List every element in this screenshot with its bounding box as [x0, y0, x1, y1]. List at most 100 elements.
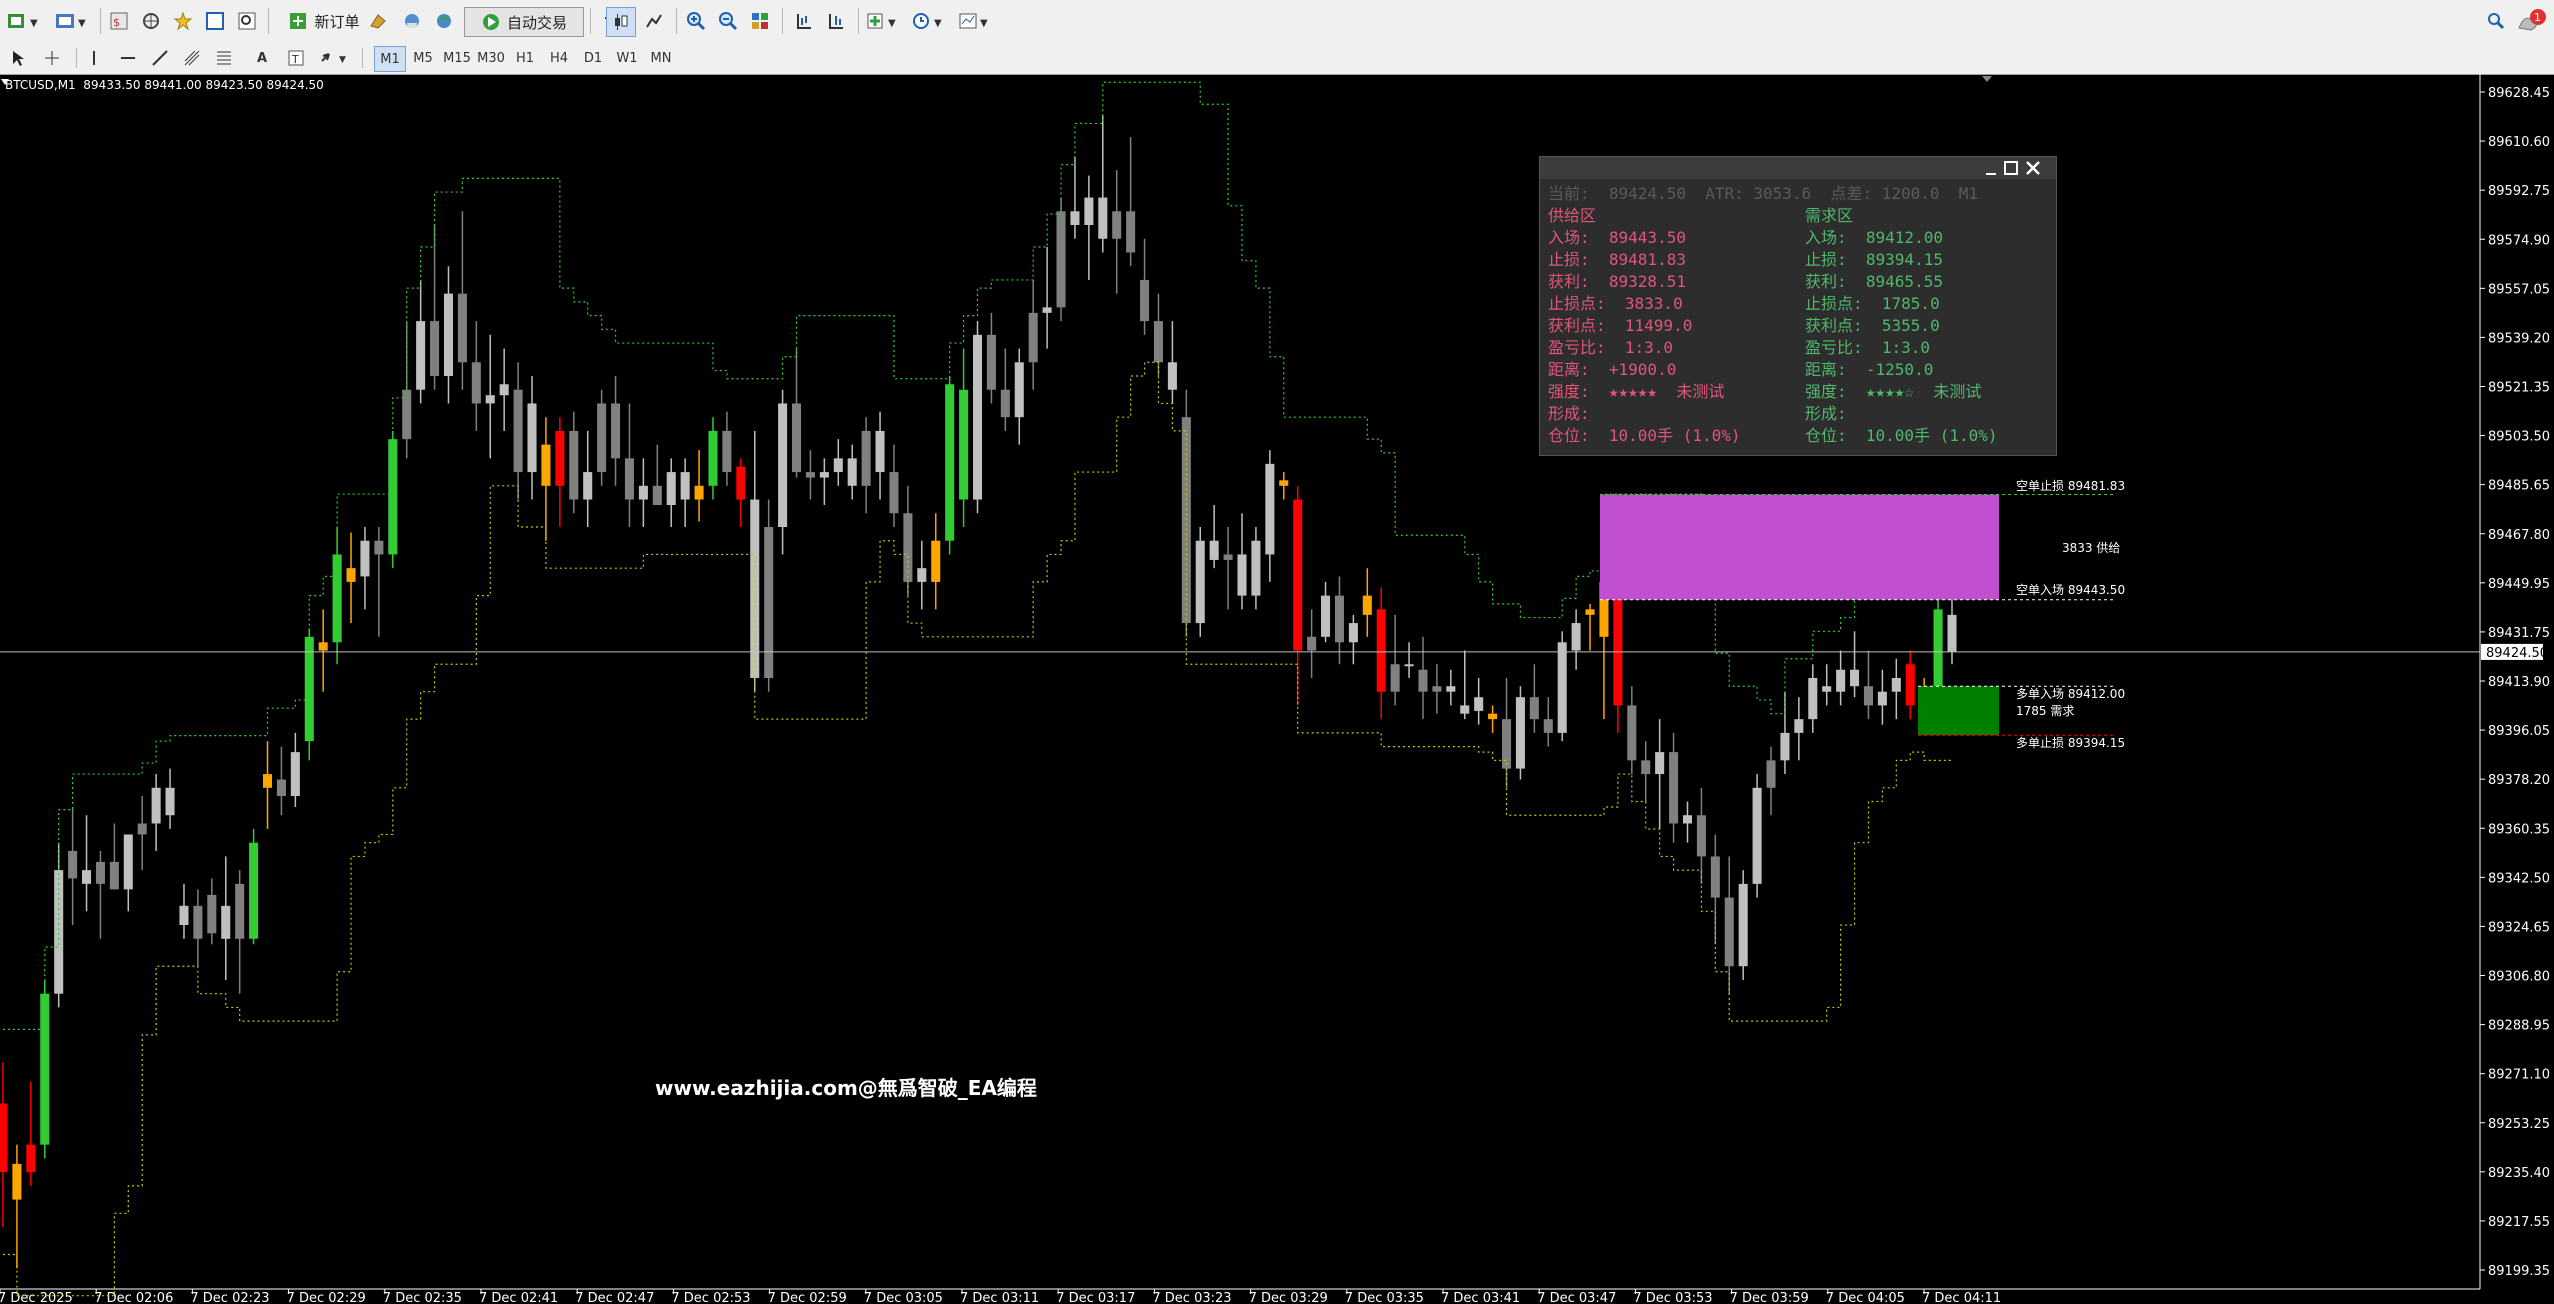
auto-scroll-icon[interactable] [822, 6, 850, 36]
price-label: 89217.55 [2488, 1215, 2550, 1230]
close-icon[interactable] [2026, 161, 2040, 175]
timeframe-d1[interactable]: D1 [578, 46, 608, 70]
candle-body [569, 430, 579, 500]
demand-strength: 强度: ★★★★☆ 未测试 [1805, 382, 1982, 401]
candle-body [819, 472, 829, 478]
time-label: 7 Dec 2025 [0, 1291, 73, 1304]
candle-body [1265, 463, 1275, 555]
candle-body [235, 883, 245, 939]
supply-title: 供给区 [1548, 206, 1597, 225]
candle-body [179, 905, 189, 926]
candle-body [1488, 713, 1498, 720]
tile-windows-icon[interactable] [746, 6, 774, 36]
favorites-icon[interactable] [170, 6, 196, 36]
community-icon[interactable] [398, 6, 426, 36]
price-label: 89306.80 [2488, 970, 2550, 985]
new-order-label: 新订单 [314, 12, 360, 31]
new-order-button[interactable]: 新订单 [276, 6, 372, 36]
vertical-line-icon[interactable] [84, 46, 104, 70]
candle-body [1933, 609, 1943, 687]
long-stop-loss-label: 多单止损 89394.15 [2016, 736, 2126, 750]
candle-body [1460, 705, 1470, 714]
price-label: 89360.35 [2488, 822, 2550, 837]
candle-body [471, 362, 481, 404]
candle-body [861, 430, 871, 486]
navigator-icon[interactable] [138, 6, 164, 36]
separator [100, 8, 101, 34]
candle-body [430, 321, 440, 376]
timeframe-m5[interactable]: M5 [408, 46, 438, 70]
time-label: 7 Dec 02:59 [768, 1291, 847, 1304]
timeframe-w1[interactable]: W1 [612, 46, 642, 70]
periods-icon[interactable]: ▼ [910, 6, 950, 36]
supply-sl-points: 止损点: 3833.0 [1548, 294, 1683, 313]
zoom-out-icon[interactable] [714, 6, 742, 36]
notifications-icon[interactable]: 1 [2514, 6, 2548, 36]
candle-body [360, 540, 370, 577]
auto-trading-label: 自动交易 [506, 13, 567, 32]
timeframe-h4[interactable]: H4 [544, 46, 574, 70]
arrows-icon[interactable]: ▼ [318, 46, 354, 70]
candle-body [1153, 321, 1164, 363]
profiles-icon[interactable]: ▼ [52, 6, 94, 36]
horizontal-line-icon[interactable] [116, 46, 140, 70]
price-label: 89592.75 [2488, 184, 2550, 199]
text-tool-icon[interactable]: A [250, 46, 274, 70]
candle-body [40, 993, 50, 1145]
timeframe-m30[interactable]: M30 [476, 46, 506, 70]
time-label: 7 Dec 03:41 [1441, 1291, 1520, 1304]
chart-canvas: 89628.45 89610.60 89592.75 89574.90 89557.05… [0, 74, 2550, 1304]
maximize-icon[interactable] [2004, 161, 2018, 175]
candle-body [374, 540, 384, 555]
templates-icon[interactable]: ▼ [956, 6, 996, 36]
timeframe-m15[interactable]: M15 [442, 46, 472, 70]
crosshair-icon[interactable] [40, 46, 64, 70]
candle-body [778, 403, 788, 527]
supply-position: 仓位: 10.00手 (1.0%) [1548, 426, 1741, 445]
price-chart[interactable]: 89628.45 89610.60 89592.75 89574.90 89557.05… [0, 74, 2554, 1304]
separator [858, 8, 859, 34]
candle-body [931, 540, 941, 582]
timeframe-m1[interactable]: M1 [374, 46, 406, 72]
price-label: 89342.50 [2488, 871, 2550, 886]
candle-body [346, 568, 356, 582]
candlestick-chart-icon[interactable] [606, 7, 636, 37]
timeframe-h1[interactable]: H1 [510, 46, 540, 70]
candle-body [1613, 581, 1623, 706]
channel-icon[interactable] [180, 46, 204, 70]
data-window-icon[interactable] [202, 6, 228, 36]
candle-body [1905, 664, 1915, 706]
zoom-in-icon[interactable] [682, 6, 710, 36]
trendline-icon[interactable] [148, 46, 172, 70]
candle-body [1446, 686, 1456, 692]
auto-trading-button[interactable]: 自动交易 [464, 7, 584, 37]
demand-tp-points: 获利点: 5355.0 [1805, 316, 1940, 335]
cursor-icon[interactable] [6, 46, 30, 70]
chart-shift-icon[interactable] [790, 6, 818, 36]
time-label: 7 Dec 04:05 [1826, 1291, 1905, 1304]
separator [362, 48, 363, 68]
search-icon[interactable] [2482, 6, 2510, 36]
candle-body [1237, 554, 1247, 596]
candle-body [1752, 787, 1762, 884]
new-chart-icon[interactable]: ▼ [4, 6, 46, 36]
candle-body [193, 905, 203, 939]
line-chart-icon[interactable] [640, 6, 668, 36]
candle-body [1585, 609, 1595, 615]
panel-titlebar[interactable] [1540, 157, 2056, 179]
text-label-icon[interactable]: T [284, 46, 308, 70]
candle-body [722, 430, 732, 473]
timeframe-mn[interactable]: MN [646, 46, 676, 70]
candle-body [833, 458, 843, 473]
market-watch-icon[interactable]: $ [106, 6, 132, 36]
candle-body [611, 403, 621, 459]
candle-body [388, 439, 398, 555]
svg-text:T: T [291, 53, 299, 66]
fibonacci-icon[interactable] [212, 46, 236, 70]
svg-text:▼: ▼ [934, 18, 942, 29]
globe-icon[interactable] [430, 6, 458, 36]
metaeditor-icon[interactable] [364, 6, 392, 36]
indicators-icon[interactable]: ▼ [864, 6, 904, 36]
candle-body [137, 823, 147, 835]
strategy-tester-icon[interactable] [234, 6, 260, 36]
